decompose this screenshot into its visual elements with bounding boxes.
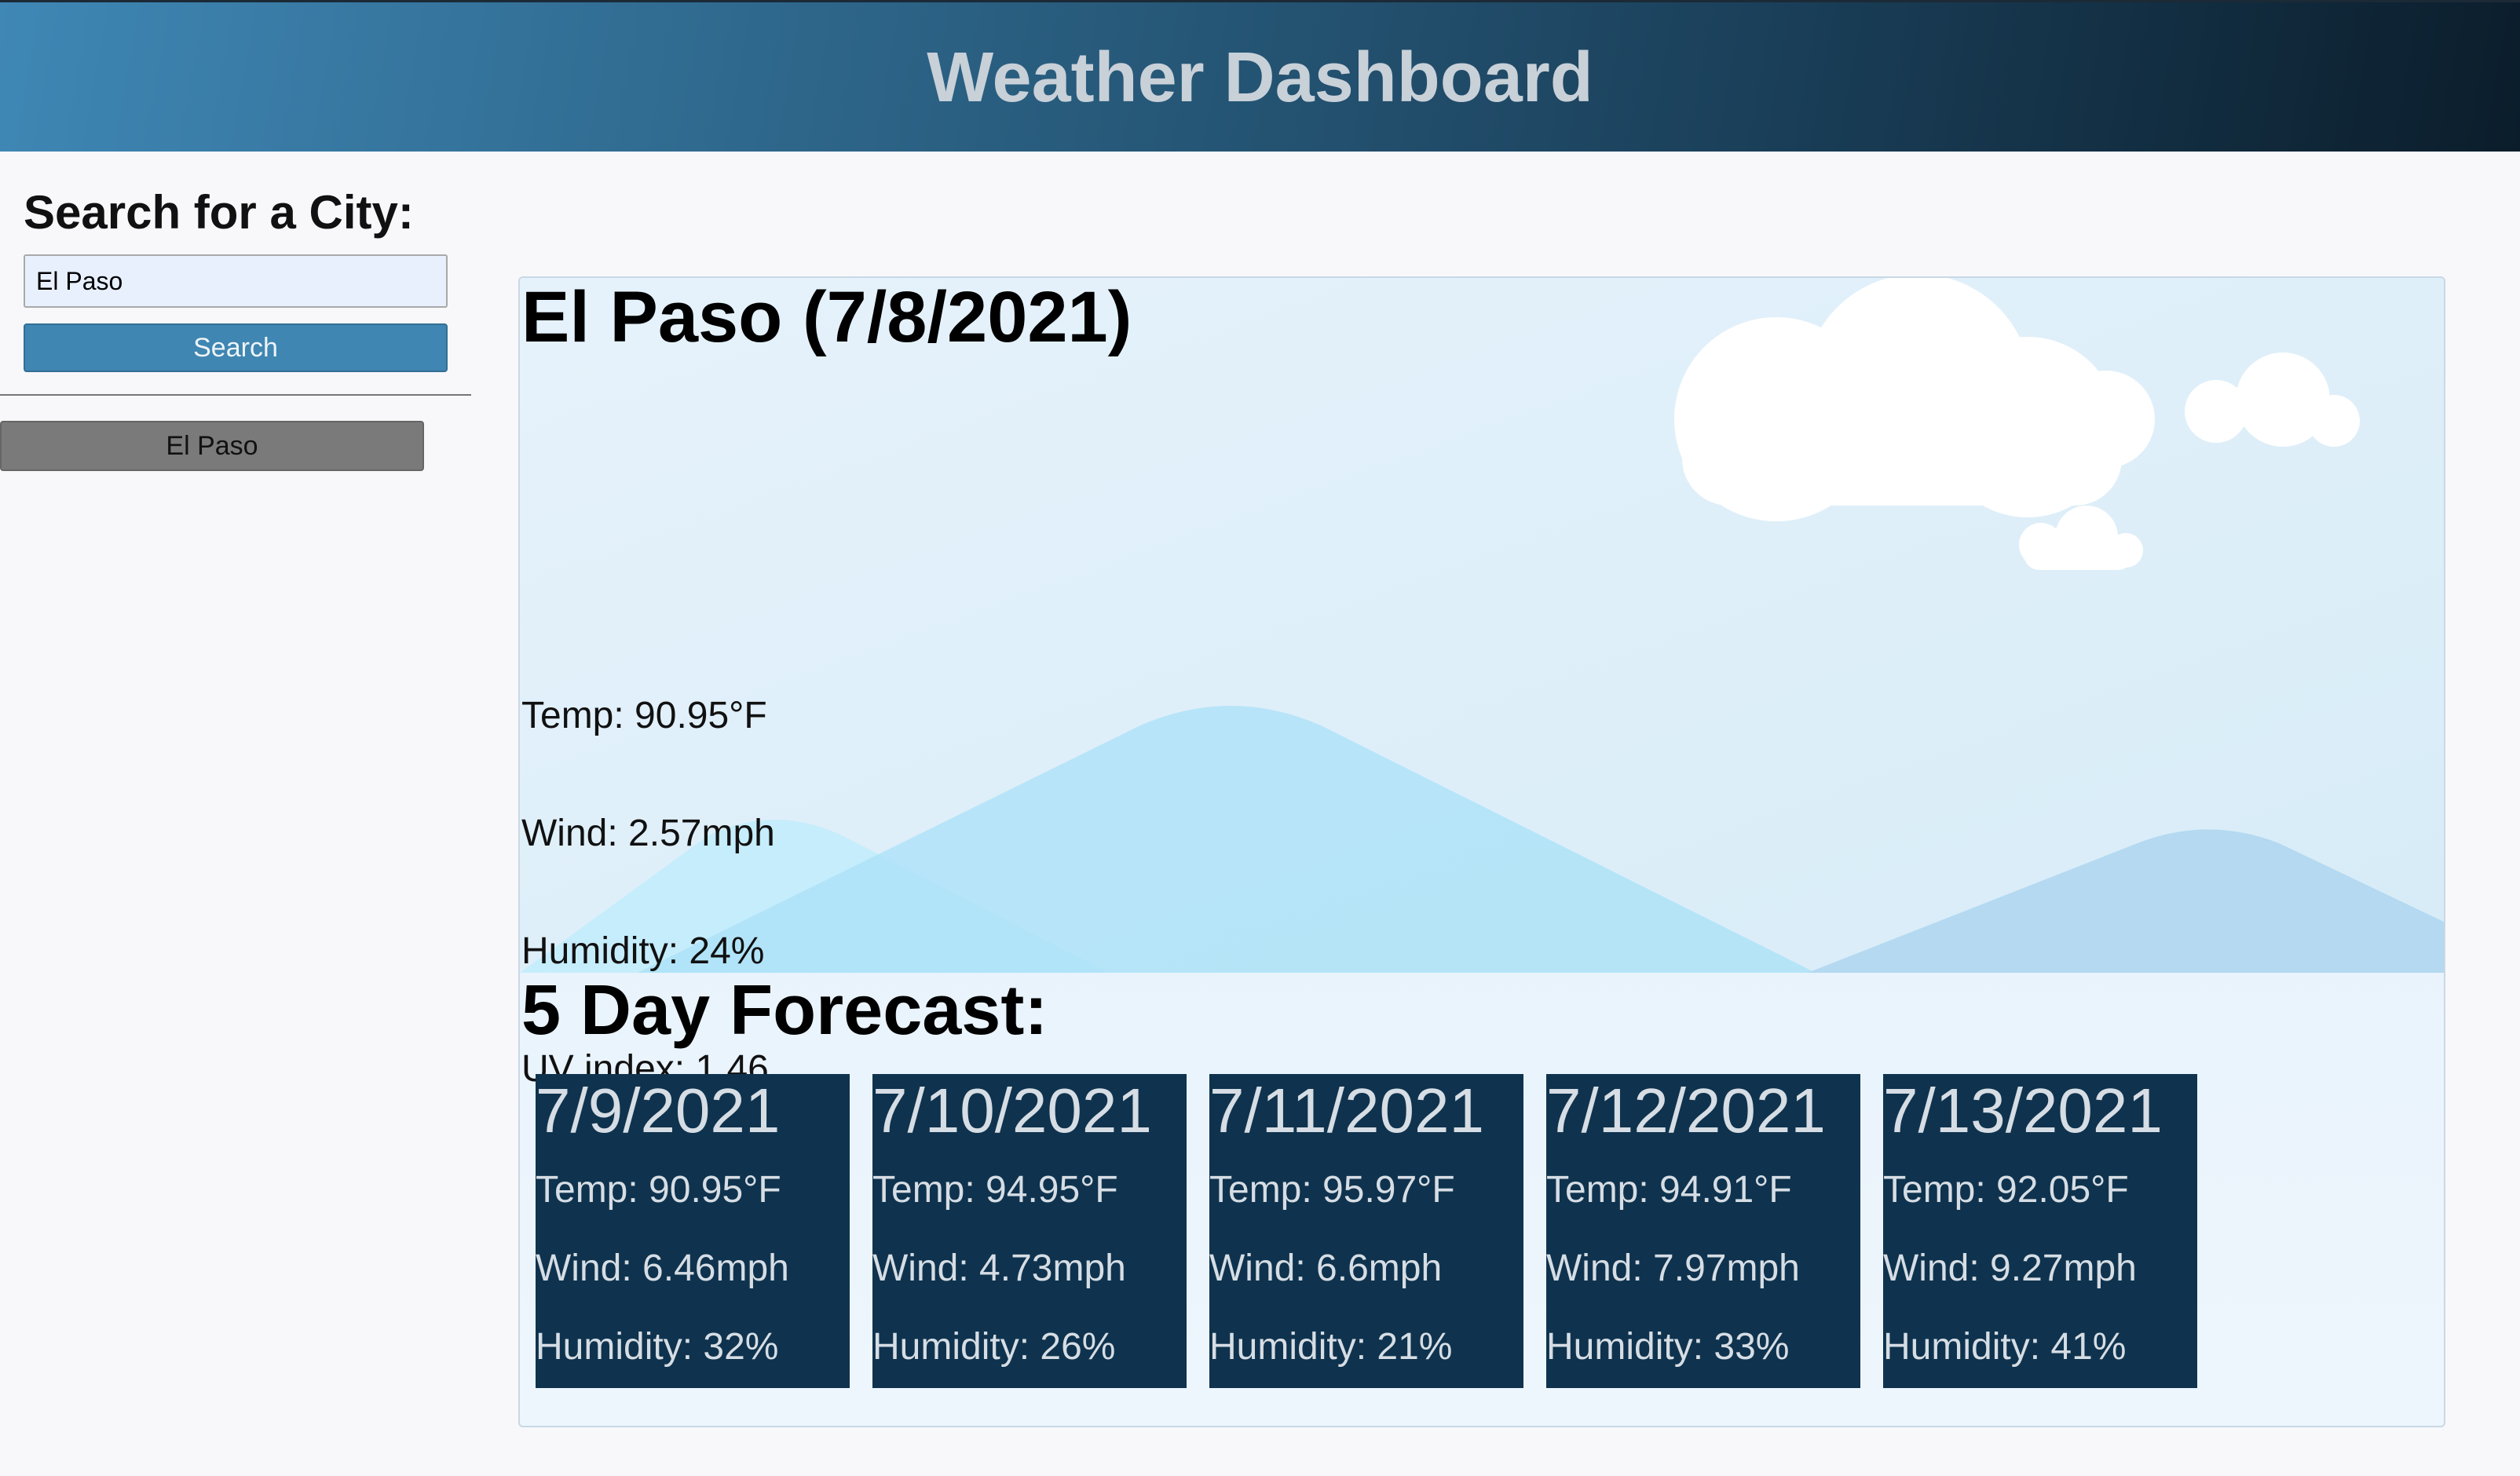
forecast-wind: Wind: 7.97mph xyxy=(1546,1248,1800,1289)
forecast-wind: Wind: 9.27mph xyxy=(1883,1248,2137,1289)
forecast-card: 7/9/2021 Temp: 90.95°F Wind: 6.46mph Hum… xyxy=(536,1074,850,1388)
forecast-humidity: Humidity: 26% xyxy=(872,1326,1116,1368)
forecast-temp: Temp: 95.97°F xyxy=(1209,1169,1455,1211)
page-title: Weather Dashboard xyxy=(927,38,1593,117)
forecast-card: 7/12/2021 Temp: 94.91°F Wind: 7.97mph Hu… xyxy=(1546,1074,1860,1388)
forecast-date: 7/10/2021 xyxy=(872,1076,1152,1145)
forecast-humidity: Humidity: 32% xyxy=(536,1326,779,1368)
app-header: Weather Dashboard xyxy=(0,0,2520,152)
forecast-wind: Wind: 4.73mph xyxy=(872,1248,1126,1289)
forecast-temp: Temp: 90.95°F xyxy=(536,1169,781,1211)
current-temp: Temp: 90.95°F xyxy=(521,695,767,736)
forecast-card: 7/10/2021 Temp: 94.95°F Wind: 4.73mph Hu… xyxy=(872,1074,1187,1388)
forecast-date: 7/13/2021 xyxy=(1883,1076,2163,1145)
forecast-wind: Wind: 6.6mph xyxy=(1209,1248,1443,1289)
forecast-temp: Temp: 92.05°F xyxy=(1883,1169,2129,1211)
forecast-temp: Temp: 94.95°F xyxy=(872,1169,1118,1211)
current-humidity: Humidity: 24% xyxy=(521,930,765,972)
sidebar-divider xyxy=(0,394,471,396)
forecast-heading: 5 Day Forecast: xyxy=(521,971,1048,1050)
sky-background-illustration xyxy=(520,278,2444,973)
history-button-el-paso[interactable]: El Paso xyxy=(0,421,424,471)
forecast-date: 7/12/2021 xyxy=(1546,1076,1826,1145)
forecast-temp: Temp: 94.91°F xyxy=(1546,1169,1792,1211)
city-search-input[interactable] xyxy=(24,254,448,308)
forecast-date: 7/9/2021 xyxy=(536,1076,781,1145)
forecast-card: 7/11/2021 Temp: 95.97°F Wind: 6.6mph Hum… xyxy=(1209,1074,1523,1388)
current-city-title: El Paso (7/8/2021) xyxy=(521,277,1132,357)
forecast-card: 7/13/2021 Temp: 92.05°F Wind: 9.27mph Hu… xyxy=(1883,1074,2197,1388)
forecast-humidity: Humidity: 21% xyxy=(1209,1326,1453,1368)
search-heading: Search for a City: xyxy=(24,186,414,239)
weather-panel: El Paso (7/8/2021) Temp: 90.95°F Wind: 2… xyxy=(518,276,2445,1427)
forecast-wind: Wind: 6.46mph xyxy=(536,1248,789,1289)
current-wind: Wind: 2.57mph xyxy=(521,813,775,854)
search-button[interactable]: Search xyxy=(24,323,448,372)
forecast-date: 7/11/2021 xyxy=(1209,1076,1484,1145)
forecast-humidity: Humidity: 41% xyxy=(1883,1326,2127,1368)
forecast-humidity: Humidity: 33% xyxy=(1546,1326,1790,1368)
